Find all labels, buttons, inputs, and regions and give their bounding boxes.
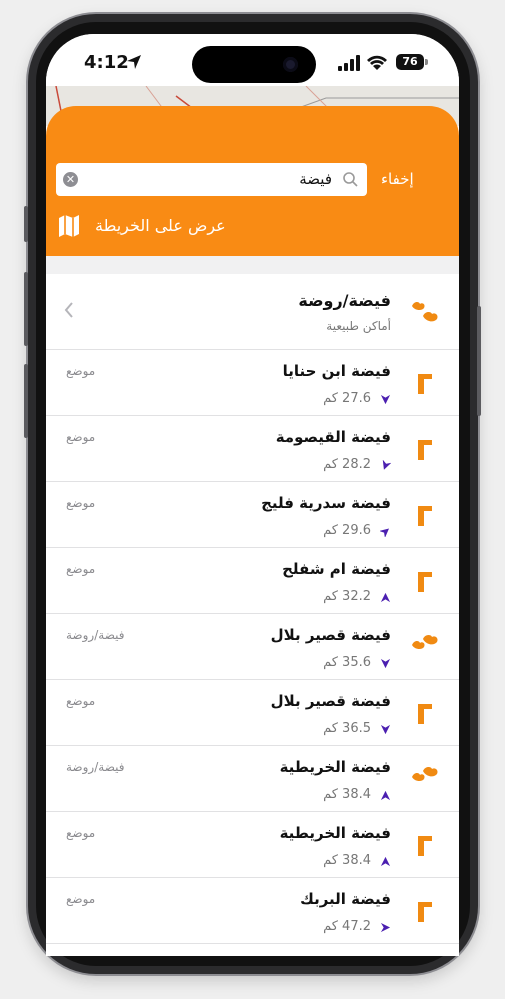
result-distance: 47.2 كم bbox=[323, 919, 371, 934]
power-button bbox=[477, 306, 481, 416]
place-icon bbox=[409, 829, 441, 861]
hide-button[interactable]: إخفاء bbox=[381, 170, 414, 188]
result-type: موضع bbox=[66, 694, 96, 708]
result-row[interactable]: فيضة قصير بلال 36.5 كم موضع bbox=[46, 680, 459, 746]
search-input[interactable]: ✕ فيضة bbox=[56, 163, 367, 196]
place-icon bbox=[409, 433, 441, 465]
result-name: فيضة قصير بلال bbox=[270, 692, 391, 710]
clock: 4:12 bbox=[84, 52, 129, 73]
direction-arrow-icon bbox=[380, 922, 391, 933]
result-row[interactable]: فيضة البربك 47.2 كم موضع bbox=[46, 878, 459, 944]
result-type: موضع bbox=[66, 430, 96, 444]
status-bar: 4:12 76 bbox=[46, 34, 459, 92]
battery-indicator: 76 bbox=[396, 54, 424, 70]
result-distance: 38.4 كم bbox=[323, 787, 371, 802]
place-icon bbox=[409, 895, 441, 927]
place-icon bbox=[409, 565, 441, 597]
clear-icon[interactable]: ✕ bbox=[63, 172, 78, 187]
category-row[interactable]: فيضة/روضة أماكن طبيعية bbox=[46, 274, 459, 350]
volume-up-button bbox=[24, 272, 28, 346]
result-distance: 28.2 كم bbox=[323, 457, 371, 472]
direction-arrow-icon bbox=[380, 790, 391, 801]
place-icon bbox=[409, 499, 441, 531]
app-screen: 4:12 76 ✕ فيضة إخفاء عرض على الخريطة فيض… bbox=[46, 34, 459, 956]
result-name: فيضة البربك bbox=[300, 890, 391, 908]
location-arrow-icon bbox=[127, 55, 141, 69]
dynamic-island bbox=[192, 46, 316, 83]
silent-switch bbox=[24, 206, 28, 242]
category-title: فيضة/روضة bbox=[298, 291, 391, 310]
section-gap bbox=[46, 256, 459, 274]
results-list: فيضة/روضة أماكن طبيعية فيضة ابن حنايا 27.… bbox=[46, 274, 459, 944]
result-distance: 29.6 كم bbox=[323, 523, 371, 538]
direction-arrow-icon bbox=[380, 658, 391, 669]
result-name: فيضة ام شفلح bbox=[282, 560, 391, 578]
direction-arrow-icon bbox=[380, 394, 391, 405]
nature-icon bbox=[409, 763, 441, 795]
wifi-icon bbox=[367, 55, 387, 70]
result-distance: 36.5 كم bbox=[323, 721, 371, 736]
result-name: فيضة الخريطية bbox=[279, 824, 391, 842]
result-row[interactable]: فيضة الخريطية 38.4 كم موضع bbox=[46, 812, 459, 878]
result-type: موضع bbox=[66, 826, 96, 840]
result-type: موضع bbox=[66, 562, 96, 576]
result-type: موضع bbox=[66, 892, 96, 906]
result-name: فيضة الخريطية bbox=[279, 758, 391, 776]
result-name: فيضة قصير بلال bbox=[270, 626, 391, 644]
result-distance: 32.2 كم bbox=[323, 589, 371, 604]
direction-arrow-icon bbox=[382, 460, 391, 470]
show-on-map-label: عرض على الخريطة bbox=[95, 216, 226, 235]
place-icon bbox=[409, 697, 441, 729]
result-row[interactable]: فيضة ابن حنايا 27.6 كم موضع bbox=[46, 350, 459, 416]
battery-cap bbox=[425, 59, 428, 65]
nature-icon bbox=[409, 631, 441, 663]
search-header: ✕ فيضة إخفاء عرض على الخريطة bbox=[46, 106, 459, 256]
chevron-left-icon bbox=[64, 302, 73, 318]
category-subtitle: أماكن طبيعية bbox=[326, 319, 391, 333]
result-type: موضع bbox=[66, 496, 96, 510]
result-distance: 27.6 كم bbox=[323, 391, 371, 406]
result-name: فيضة القيصومة bbox=[275, 428, 391, 446]
map-icon bbox=[59, 215, 79, 237]
result-name: فيضة ابن حنايا bbox=[282, 362, 391, 380]
place-icon bbox=[409, 367, 441, 399]
result-row[interactable]: فيضة سدرية فليج 29.6 كم موضع bbox=[46, 482, 459, 548]
search-query: فيضة bbox=[299, 170, 332, 188]
direction-arrow-icon bbox=[380, 528, 390, 537]
result-row[interactable]: فيضة قصير بلال 35.6 كم فيضة/روضة bbox=[46, 614, 459, 680]
direction-arrow-icon bbox=[380, 724, 391, 735]
direction-arrow-icon bbox=[380, 856, 391, 867]
result-distance: 35.6 كم bbox=[323, 655, 371, 670]
nature-icon bbox=[412, 301, 438, 322]
result-name: فيضة سدرية فليج bbox=[261, 494, 391, 512]
result-distance: 38.4 كم bbox=[323, 853, 371, 868]
result-type: فيضة/روضة bbox=[66, 760, 125, 774]
result-row[interactable]: فيضة القيصومة 28.2 كم موضع bbox=[46, 416, 459, 482]
cellular-signal-icon bbox=[338, 55, 360, 71]
direction-arrow-icon bbox=[380, 592, 391, 603]
result-row[interactable]: فيضة الخريطية 38.4 كم فيضة/روضة bbox=[46, 746, 459, 812]
front-camera bbox=[283, 57, 298, 72]
search-icon bbox=[343, 172, 358, 187]
volume-down-button bbox=[24, 364, 28, 438]
result-row[interactable]: فيضة ام شفلح 32.2 كم موضع bbox=[46, 548, 459, 614]
show-on-map-button[interactable]: عرض على الخريطة bbox=[58, 212, 298, 240]
result-type: موضع bbox=[66, 364, 96, 378]
result-type: فيضة/روضة bbox=[66, 628, 125, 642]
